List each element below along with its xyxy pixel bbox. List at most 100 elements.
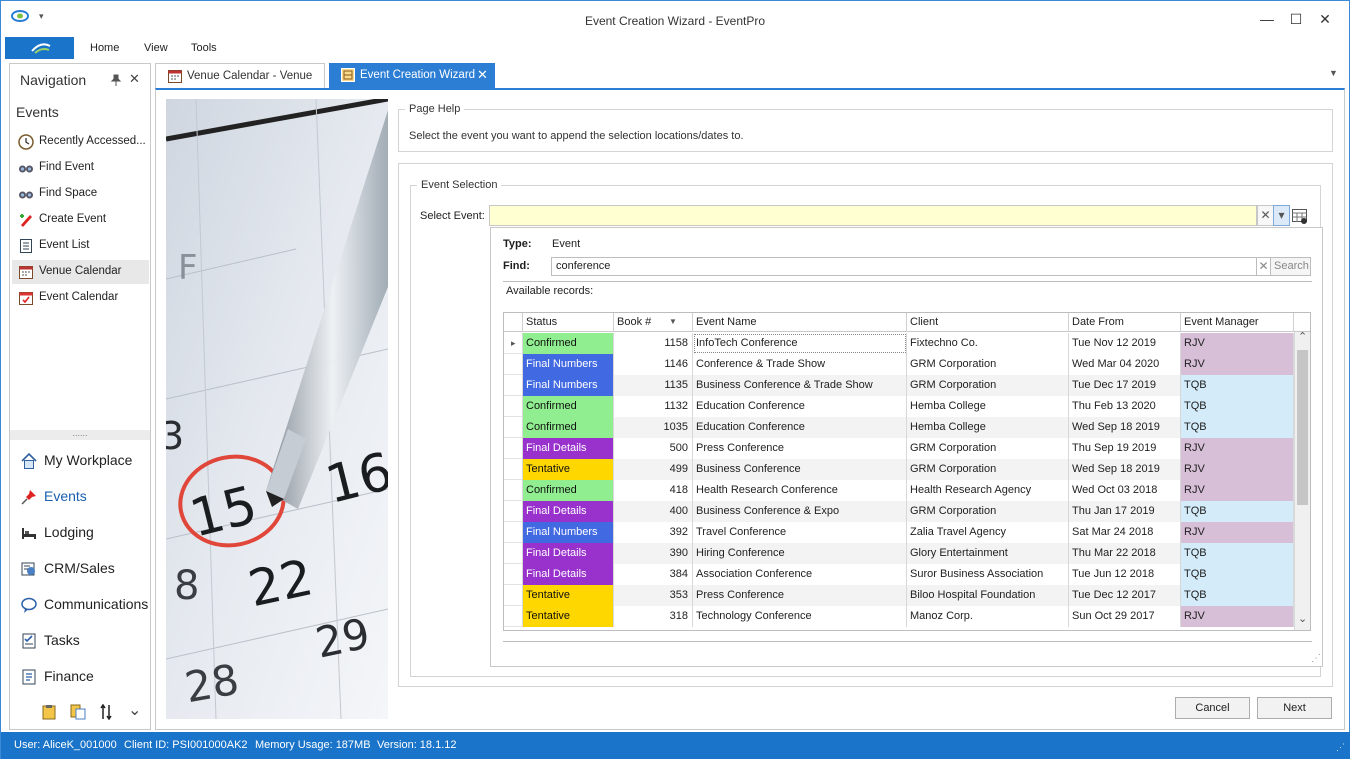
table-row[interactable]: Tentative 499 Business Conference GRM Corpo… [504,459,1294,480]
event-name-cell[interactable]: Press Conference [693,585,907,606]
row-indicator[interactable] [504,417,523,438]
book-number-cell[interactable]: 318 [614,606,693,627]
resize-grip-icon[interactable]: ⋰ [1311,653,1321,664]
table-row[interactable]: ▸ Confirmed 1158 InfoTech Conference Fixtech… [504,333,1294,354]
application-menu-button[interactable] [5,37,74,59]
table-row[interactable]: Final Numbers 392 Travel Conference Zalia T… [504,522,1294,543]
client-cell[interactable]: Hemba College [907,417,1069,438]
module-my-workplace[interactable]: My Workplace [16,446,150,474]
search-button[interactable]: Search [1270,257,1311,276]
vertical-scrollbar[interactable]: ⌃ ⌄ [1294,330,1310,630]
status-cell[interactable]: Tentative [523,585,614,606]
event-name-cell[interactable]: Education Conference [693,396,907,417]
row-indicator[interactable] [504,396,523,417]
event-manager-cell[interactable]: RJV [1181,354,1294,375]
event-manager-cell[interactable]: RJV [1181,333,1294,354]
sort-arrows-icon[interactable] [100,704,112,720]
module-lodging[interactable]: Lodging [16,518,150,546]
ribbon-tab-tools[interactable]: Tools [191,42,217,54]
table-row[interactable]: Final Details 500 Press Conference GRM Corp… [504,438,1294,459]
tab-list-dropdown-icon[interactable]: ▼ [1329,68,1338,78]
status-cell[interactable]: Final Details [523,543,614,564]
row-indicator[interactable] [504,480,523,501]
event-name-cell[interactable]: Travel Conference [693,522,907,543]
resize-grip-icon[interactable]: ⋰ [1336,742,1345,753]
column-header-date-from[interactable]: Date From [1069,313,1181,332]
event-manager-cell[interactable]: TQB [1181,501,1294,522]
book-number-cell[interactable]: 390 [614,543,693,564]
ribbon-tab-view[interactable]: View [144,42,168,54]
status-cell[interactable]: Confirmed [523,480,614,501]
event-manager-cell[interactable]: TQB [1181,585,1294,606]
date-from-cell[interactable]: Tue Dec 12 2017 [1069,585,1181,606]
row-indicator[interactable] [504,375,523,396]
nav-item-event-list[interactable]: Event List [12,234,149,258]
date-from-cell[interactable]: Tue Dec 17 2019 [1069,375,1181,396]
event-manager-cell[interactable]: TQB [1181,396,1294,417]
column-header-book[interactable]: Book # ▼ [614,313,693,332]
nav-item-find-space[interactable]: Find Space [12,182,149,206]
event-name-cell[interactable]: Business Conference & Trade Show [693,375,907,396]
cancel-button[interactable]: Cancel [1175,697,1250,719]
status-cell[interactable]: Tentative [523,459,614,480]
status-cell[interactable]: Confirmed [523,333,614,354]
next-button[interactable]: Next [1257,697,1332,719]
event-name-cell[interactable]: Hiring Conference [693,543,907,564]
date-from-cell[interactable]: Sun Oct 29 2017 [1069,606,1181,627]
row-indicator[interactable]: ▸ [504,333,523,354]
module-finance[interactable]: Finance [16,662,150,690]
nav-item-find-event[interactable]: Find Event [12,156,149,180]
book-number-cell[interactable]: 1146 [614,354,693,375]
date-from-cell[interactable]: Wed Sep 18 2019 [1069,417,1181,438]
module-tasks[interactable]: Tasks [16,626,150,654]
tab-venue-calendar[interactable]: Venue Calendar - Venue [155,63,325,88]
ribbon-tab-home[interactable]: Home [90,42,119,54]
book-number-cell[interactable]: 384 [614,564,693,585]
event-manager-cell[interactable]: TQB [1181,417,1294,438]
row-indicator[interactable] [504,501,523,522]
event-name-cell[interactable]: InfoTech Conference [693,333,907,354]
status-cell[interactable]: Final Numbers [523,354,614,375]
event-name-cell[interactable]: Technology Conference [693,606,907,627]
date-from-cell[interactable]: Thu Jan 17 2019 [1069,501,1181,522]
row-indicator[interactable] [504,522,523,543]
status-cell[interactable]: Final Numbers [523,522,614,543]
documents-icon[interactable] [70,704,86,720]
date-from-cell[interactable]: Thu Sep 19 2019 [1069,438,1181,459]
date-from-cell[interactable]: Wed Sep 18 2019 [1069,459,1181,480]
event-name-cell[interactable]: Business Conference & Expo [693,501,907,522]
book-number-cell[interactable]: 400 [614,501,693,522]
event-manager-cell[interactable]: RJV [1181,438,1294,459]
tab-event-creation-wizard[interactable]: Event Creation Wizard ✕ [329,63,495,88]
table-row[interactable]: Final Numbers 1135 Business Conference & T… [504,375,1294,396]
column-header-client[interactable]: Client [907,313,1069,332]
table-row[interactable]: Confirmed 1035 Education Conference Hemba C… [504,417,1294,438]
date-from-cell[interactable]: Tue Nov 12 2019 [1069,333,1181,354]
event-manager-cell[interactable]: TQB [1181,375,1294,396]
date-from-cell[interactable]: Thu Feb 13 2020 [1069,396,1181,417]
event-name-cell[interactable]: Conference & Trade Show [693,354,907,375]
event-manager-cell[interactable]: RJV [1181,480,1294,501]
scroll-up-icon[interactable]: ⌃ [1298,330,1307,343]
row-indicator[interactable] [504,459,523,480]
clear-find-icon[interactable]: ✕ [1256,257,1271,276]
event-manager-cell[interactable]: TQB [1181,564,1294,585]
table-row[interactable]: Confirmed 1132 Education Conference Hemba C… [504,396,1294,417]
client-cell[interactable]: Zalia Travel Agency [907,522,1069,543]
event-name-cell[interactable]: Association Conference [693,564,907,585]
status-cell[interactable]: Confirmed [523,417,614,438]
book-number-cell[interactable]: 353 [614,585,693,606]
status-cell[interactable]: Final Details [523,564,614,585]
row-indicator[interactable] [504,354,523,375]
client-cell[interactable]: Health Research Agency [907,480,1069,501]
nav-item-venue-calendar[interactable]: Venue Calendar [12,260,149,284]
scroll-down-icon[interactable]: ⌄ [1298,612,1307,625]
client-cell[interactable]: GRM Corporation [907,438,1069,459]
table-row[interactable]: Tentative 318 Technology Conference Manoz C… [504,606,1294,627]
status-cell[interactable]: Confirmed [523,396,614,417]
table-row[interactable]: Final Numbers 1146 Conference & Trade Show… [504,354,1294,375]
table-row[interactable]: Final Details 400 Business Conference & Ex… [504,501,1294,522]
client-cell[interactable]: Glory Entertainment [907,543,1069,564]
chevron-down-icon[interactable]: ⌄ [128,700,141,720]
table-row[interactable]: Final Details 390 Hiring Conference Glory E… [504,543,1294,564]
